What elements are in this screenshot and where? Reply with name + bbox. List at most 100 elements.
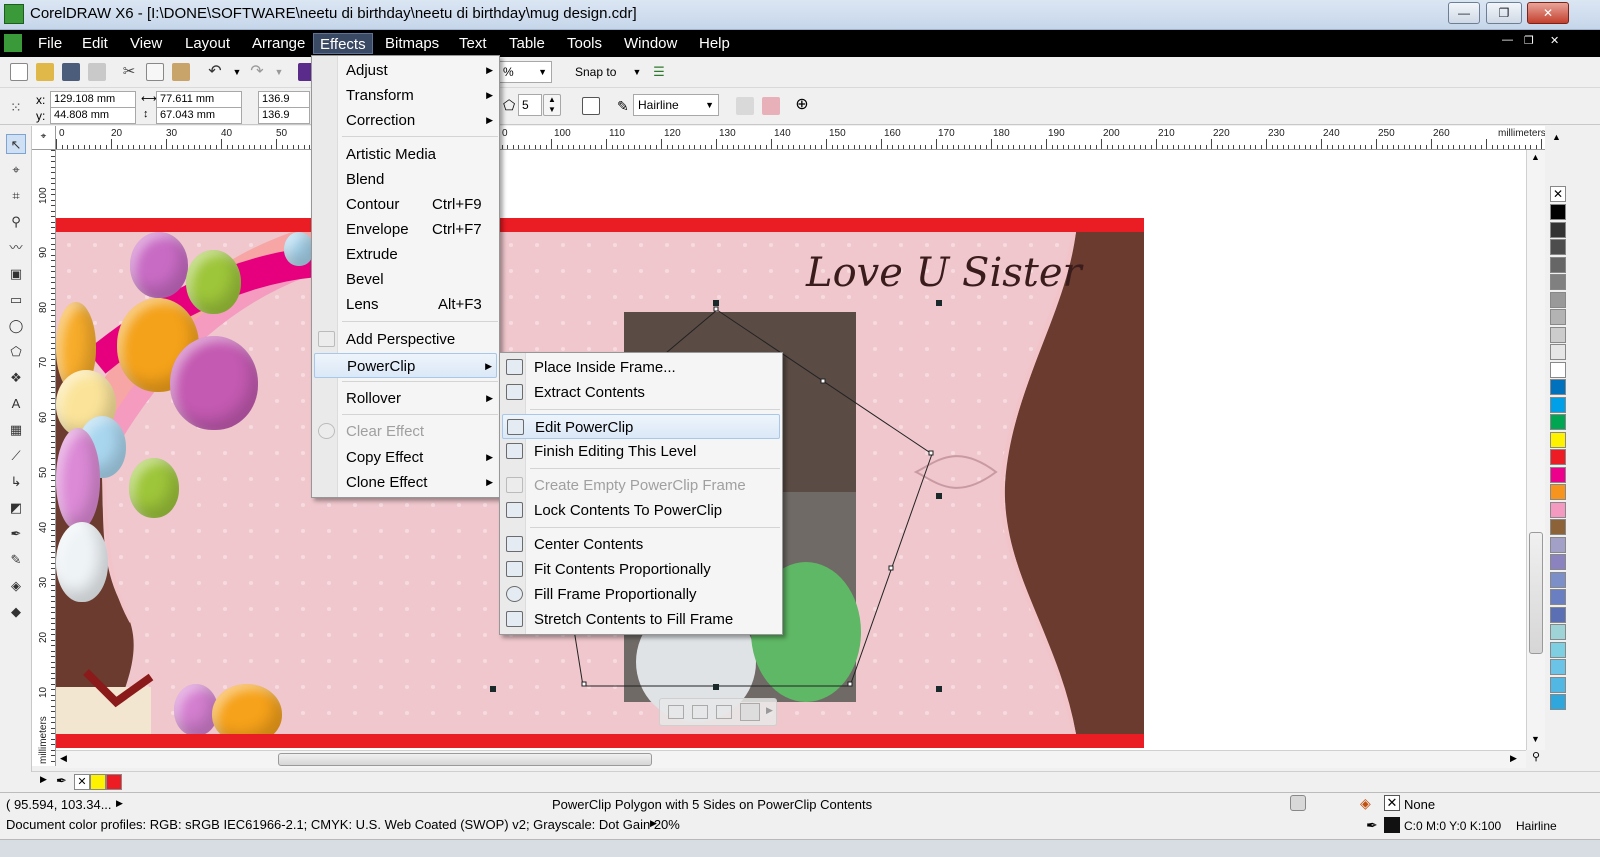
dimension-tool-icon[interactable]: ⟋ [6, 446, 26, 466]
effects-lens[interactable]: Lens Alt+F3 [314, 292, 497, 317]
menu-help[interactable]: Help [693, 33, 736, 54]
palette-swatch[interactable] [1550, 204, 1566, 220]
paste-icon[interactable] [172, 63, 190, 81]
new-document-icon[interactable] [10, 63, 28, 81]
palette-swatch[interactable] [1550, 676, 1566, 693]
connector-tool-icon[interactable]: ↳ [6, 472, 26, 492]
effects-extrude[interactable]: Extrude [314, 242, 497, 267]
effects-correction[interactable]: Correction ▶ [314, 108, 497, 133]
scale-x-field[interactable]: 136.9 [258, 91, 310, 108]
menu-effects[interactable]: Effects [313, 33, 373, 54]
palette-swatch[interactable] [1550, 239, 1566, 255]
redo-icon[interactable]: ↷ [248, 63, 266, 81]
x-position-field[interactable]: 129.108 mm [50, 91, 136, 108]
palette-swatch[interactable] [1550, 379, 1566, 395]
extract-contents-icon[interactable] [716, 705, 732, 719]
chevron-right-icon[interactable]: ▶ [766, 705, 773, 716]
y-position-field[interactable]: 44.808 mm [50, 107, 136, 124]
ellipse-tool-icon[interactable]: ◯ [6, 316, 26, 336]
powerclip-edit-powerclip[interactable]: Edit PowerClip [502, 414, 780, 439]
zoom-one-shot-icon[interactable]: ⚲ [1527, 750, 1545, 768]
palette-swatch[interactable] [1550, 466, 1566, 483]
close-button[interactable]: ✕ [1527, 2, 1569, 24]
palette-swatch[interactable] [1550, 501, 1566, 518]
palette-swatch[interactable] [1550, 519, 1566, 535]
drawing-canvas[interactable]: Love U Sister ▶ [56, 150, 1526, 750]
powerclip-center-contents[interactable]: Center Contents [502, 532, 780, 557]
palette-swatch[interactable] [1550, 606, 1566, 623]
eyedropper-tool-icon[interactable]: ✒ [6, 524, 26, 544]
palette-swatch[interactable] [1550, 659, 1566, 675]
doc-close-icon[interactable]: ✕ [1550, 34, 1559, 47]
powerclip-extract-contents[interactable]: Extract Contents [502, 380, 780, 405]
effects-clear-effect[interactable]: Clear Effect [314, 419, 497, 444]
select-contents-icon[interactable] [692, 705, 708, 719]
doc-restore-icon[interactable]: ❐ [1524, 34, 1534, 47]
effects-add-perspective[interactable]: Add Perspective [314, 327, 497, 352]
scroll-up-icon[interactable]: ▲ [1531, 152, 1540, 162]
palette-swatch[interactable] [1550, 624, 1566, 640]
powerclip-stretch-contents[interactable]: Stretch Contents to Fill Frame [502, 607, 780, 632]
palette-swatch[interactable] [1550, 309, 1566, 325]
powerclip-fit-contents[interactable]: Fit Contents Proportionally [502, 557, 780, 582]
cut-icon[interactable]: ✂ [120, 63, 138, 81]
menu-window[interactable]: Window [618, 33, 683, 54]
menu-file[interactable]: File [32, 33, 68, 54]
effects-copy-effect[interactable]: Copy Effect ▶ [314, 445, 497, 470]
menu-table[interactable]: Table [503, 33, 551, 54]
palette-swatch[interactable] [1550, 361, 1566, 378]
scroll-left-icon[interactable]: ◀ [60, 753, 67, 764]
doc-no-color-swatch[interactable]: ✕ [74, 774, 90, 790]
copy-icon[interactable] [146, 63, 164, 81]
palette-swatch[interactable] [1550, 256, 1566, 273]
effects-clone-effect[interactable]: Clone Effect ▶ [314, 470, 497, 495]
effects-artistic-media[interactable]: Artistic Media [314, 142, 497, 167]
color-profiles[interactable]: Document color profiles: RGB: sRGB IEC61… [6, 817, 680, 832]
save-icon[interactable] [62, 63, 80, 81]
horizontal-ruler[interactable]: 0 20 30 40 50 0 100 110 120 130 140 150 160 170 180 190… [32, 126, 1545, 150]
palette-swatch[interactable] [1550, 326, 1566, 343]
powerclip-place-inside-frame[interactable]: Place Inside Frame... [502, 355, 780, 380]
minimize-button[interactable]: — [1448, 2, 1480, 24]
interactive-effects-icon[interactable]: ◩ [6, 498, 26, 518]
powerclip-fill-frame[interactable]: Fill Frame Proportionally [502, 582, 780, 607]
polygon-sides-field[interactable]: 5 [518, 94, 542, 116]
fill-bucket-icon[interactable]: ◈ [1360, 795, 1371, 812]
palette-swatch[interactable] [1550, 554, 1566, 570]
text-tool-icon[interactable]: A [6, 394, 26, 414]
fill-tool-icon[interactable]: ◈ [6, 576, 26, 596]
rectangle-tool-icon[interactable]: ▭ [6, 290, 26, 310]
menu-layout[interactable]: Layout [179, 33, 236, 54]
redo-dropdown-icon[interactable]: ▼ [270, 63, 288, 81]
menu-edit[interactable]: Edit [76, 33, 114, 54]
effects-envelope[interactable]: Envelope Ctrl+F7 [314, 217, 497, 242]
effects-powerclip[interactable]: PowerClip ▶ [314, 353, 497, 378]
play-icon[interactable]: ▶ [40, 774, 47, 785]
palette-swatch[interactable] [1550, 589, 1566, 605]
doc-minimize-icon[interactable]: — [1502, 34, 1513, 46]
open-folder-icon[interactable] [36, 63, 54, 81]
object-origin-icon[interactable]: ⁙ [10, 98, 28, 116]
outline-width-combo[interactable]: Hairline ▼ [633, 94, 719, 116]
undo-icon[interactable]: ↶ [206, 63, 224, 81]
vertical-scroll-thumb[interactable] [1529, 532, 1543, 654]
snap-to-dropdown-icon[interactable]: ▼ [628, 63, 646, 81]
width-field[interactable]: 77.611 mm [156, 91, 242, 108]
palette-scroll-up-icon[interactable]: ▲ [1552, 132, 1561, 142]
palette-swatch[interactable] [1550, 484, 1566, 500]
crop-tool-icon[interactable]: ⌗ [6, 186, 26, 206]
no-color-swatch[interactable]: ✕ [1550, 186, 1566, 202]
palette-swatch[interactable] [1550, 641, 1566, 658]
powerclip-finish-editing[interactable]: Finish Editing This Level [502, 439, 780, 464]
sides-stepper[interactable]: ▲ ▼ [543, 94, 561, 116]
height-field[interactable]: 67.043 mm [156, 107, 242, 124]
restore-button[interactable]: ❐ [1486, 2, 1522, 24]
palette-swatch[interactable] [1550, 431, 1566, 448]
zoom-level-combo[interactable]: % ▼ [498, 61, 552, 83]
undo-dropdown-icon[interactable]: ▼ [228, 63, 246, 81]
scale-y-field[interactable]: 136.9 [258, 107, 310, 124]
wrap-text-icon[interactable] [582, 97, 600, 115]
powerclip-create-empty-frame[interactable]: Create Empty PowerClip Frame [502, 473, 780, 498]
menu-view[interactable]: View [124, 33, 168, 54]
menu-bitmaps[interactable]: Bitmaps [379, 33, 445, 54]
